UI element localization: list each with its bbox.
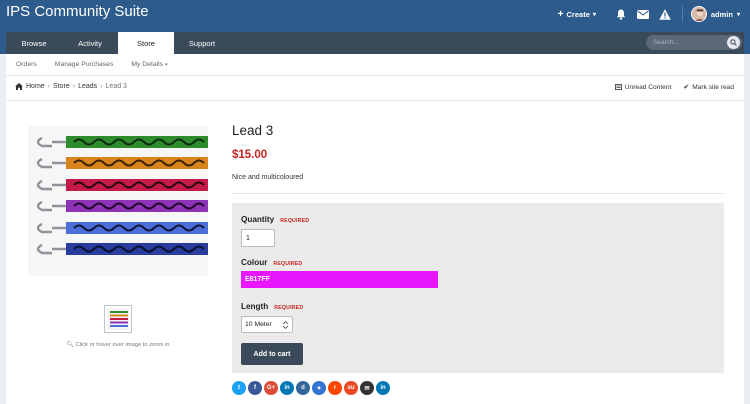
caret-down-icon: ▾ <box>592 11 596 18</box>
zoom-icon: 🔍︎ <box>66 342 74 348</box>
add-to-cart-button[interactable]: Add to cart <box>241 343 303 365</box>
user-name: admin <box>710 9 733 19</box>
warning-icon <box>659 8 671 20</box>
main-nav: Browse Activity Store Support <box>0 28 750 54</box>
messages-button[interactable] <box>632 0 654 28</box>
search-box <box>646 35 742 50</box>
length-select[interactable]: 10 Meter <box>241 316 293 333</box>
required-badge: REQUIRED <box>273 261 303 267</box>
search-button[interactable] <box>727 36 740 49</box>
product-image[interactable] <box>28 126 208 276</box>
linkedin-2-icon: in <box>380 385 386 391</box>
reports-button[interactable] <box>654 0 676 28</box>
delicious-icon: ✦ <box>316 385 322 392</box>
share-digg-button[interactable]: d <box>296 381 310 395</box>
digg-icon: d <box>301 385 305 391</box>
length-label-text: Length <box>241 302 269 311</box>
search-icon <box>730 39 737 46</box>
product-photo <box>28 126 208 276</box>
create-menu-button[interactable]: + Create ▾ <box>558 9 596 20</box>
breadcrumb-leads[interactable]: Leads <box>78 83 97 90</box>
share-buttons: t f G+ in d ✦ r su ✉ in <box>232 381 390 395</box>
tab-support[interactable]: Support <box>174 32 230 54</box>
bell-icon <box>616 9 626 20</box>
share-linkedin-2-button[interactable]: in <box>376 381 390 395</box>
colour-picker[interactable]: E817FF <box>241 271 438 288</box>
product-title: Lead 3 <box>232 123 274 138</box>
site-title[interactable]: IPS Community Suite <box>6 3 149 20</box>
quantity-label: Quantity REQUIRED <box>241 215 309 224</box>
subnav-my-details[interactable]: My Details ▾ <box>131 61 167 68</box>
share-delicious-button[interactable]: ✦ <box>312 381 326 395</box>
tab-store[interactable]: Store <box>118 32 174 54</box>
twitter-icon: t <box>238 385 240 391</box>
zoom-hint: 🔍︎ Click or hover over image to zoom in <box>28 342 208 348</box>
share-twitter-button[interactable]: t <box>232 381 246 395</box>
breadcrumb-divider <box>6 100 744 101</box>
breadcrumb-home[interactable]: Home <box>26 83 45 90</box>
header-divider <box>681 6 683 22</box>
caret-down-icon: ▾ <box>736 11 740 18</box>
create-label: Create <box>566 9 590 19</box>
product-price: $15.00 <box>232 149 268 161</box>
colour-label-text: Colour <box>241 258 268 267</box>
product-page: Home › Store › Leads › Lead 3 Unread Con… <box>6 76 744 404</box>
facebook-icon: f <box>254 385 256 391</box>
site-header: IPS Community Suite + Create ▾ admin ▾ <box>0 0 750 28</box>
google-plus-icon: G+ <box>266 385 276 391</box>
chevron-right-icon: › <box>72 83 76 90</box>
newspaper-icon <box>614 84 622 90</box>
home-icon <box>15 83 23 90</box>
store-subnav: Orders Manage Purchases My Details ▾ <box>6 54 744 76</box>
check-icon: ✔ <box>683 84 690 91</box>
avatar <box>690 6 707 22</box>
email-icon: ✉ <box>364 385 370 392</box>
chevron-right-icon: › <box>47 83 51 90</box>
colour-label: Colour REQUIRED <box>241 258 302 267</box>
search-input[interactable] <box>653 39 723 46</box>
share-email-button[interactable]: ✉ <box>360 381 374 395</box>
product-thumbnail[interactable] <box>104 305 132 333</box>
quantity-label-text: Quantity <box>241 215 275 224</box>
chevron-right-icon: › <box>100 83 103 90</box>
share-facebook-button[interactable]: f <box>248 381 262 395</box>
breadcrumb: Home › Store › Leads › Lead 3 <box>15 83 127 90</box>
share-stumbleupon-button[interactable]: su <box>344 381 358 395</box>
mark-site-read-link[interactable]: ✔ Mark site read <box>683 83 734 92</box>
breadcrumb-store[interactable]: Store <box>53 83 70 90</box>
breadcrumb-current: Lead 3 <box>105 83 127 90</box>
stumbleupon-icon: su <box>347 385 355 391</box>
length-select-value: 10 Meter <box>245 321 272 328</box>
purchase-form: Quantity REQUIRED Colour REQUIRED E817FF L… <box>232 203 724 373</box>
share-google-plus-button[interactable]: G+ <box>264 381 278 395</box>
notifications-button[interactable] <box>610 0 632 28</box>
tab-activity[interactable]: Activity <box>62 32 118 54</box>
unread-content-link[interactable]: Unread Content <box>614 83 672 91</box>
thumbnail-photo <box>107 308 129 330</box>
select-chevrons-icon <box>282 320 289 330</box>
required-badge: REQUIRED <box>280 218 310 224</box>
share-reddit-button[interactable]: r <box>328 381 342 395</box>
zoom-hint-text: Click or hover over image to zoom in <box>75 342 170 348</box>
linkedin-icon: in <box>284 385 290 391</box>
reddit-icon: r <box>333 385 337 391</box>
product-description: Nice and multicoloured <box>232 174 304 181</box>
quantity-input[interactable] <box>241 229 275 247</box>
envelope-icon <box>636 9 649 19</box>
subnav-my-details-label: My Details <box>131 61 164 68</box>
length-label: Length REQUIRED <box>241 302 303 311</box>
required-badge: REQUIRED <box>274 305 304 311</box>
share-linkedin-button[interactable]: in <box>280 381 294 395</box>
description-divider <box>232 193 724 194</box>
mark-site-read-label: Mark site read <box>692 83 734 91</box>
unread-content-label: Unread Content <box>624 83 672 91</box>
tab-browse[interactable]: Browse <box>6 32 62 54</box>
subnav-orders[interactable]: Orders <box>16 61 37 68</box>
subnav-manage-purchases[interactable]: Manage Purchases <box>55 61 114 68</box>
user-menu[interactable]: admin ▾ <box>690 6 740 22</box>
caret-down-icon: ▾ <box>164 62 168 68</box>
plus-icon: + <box>557 8 564 20</box>
